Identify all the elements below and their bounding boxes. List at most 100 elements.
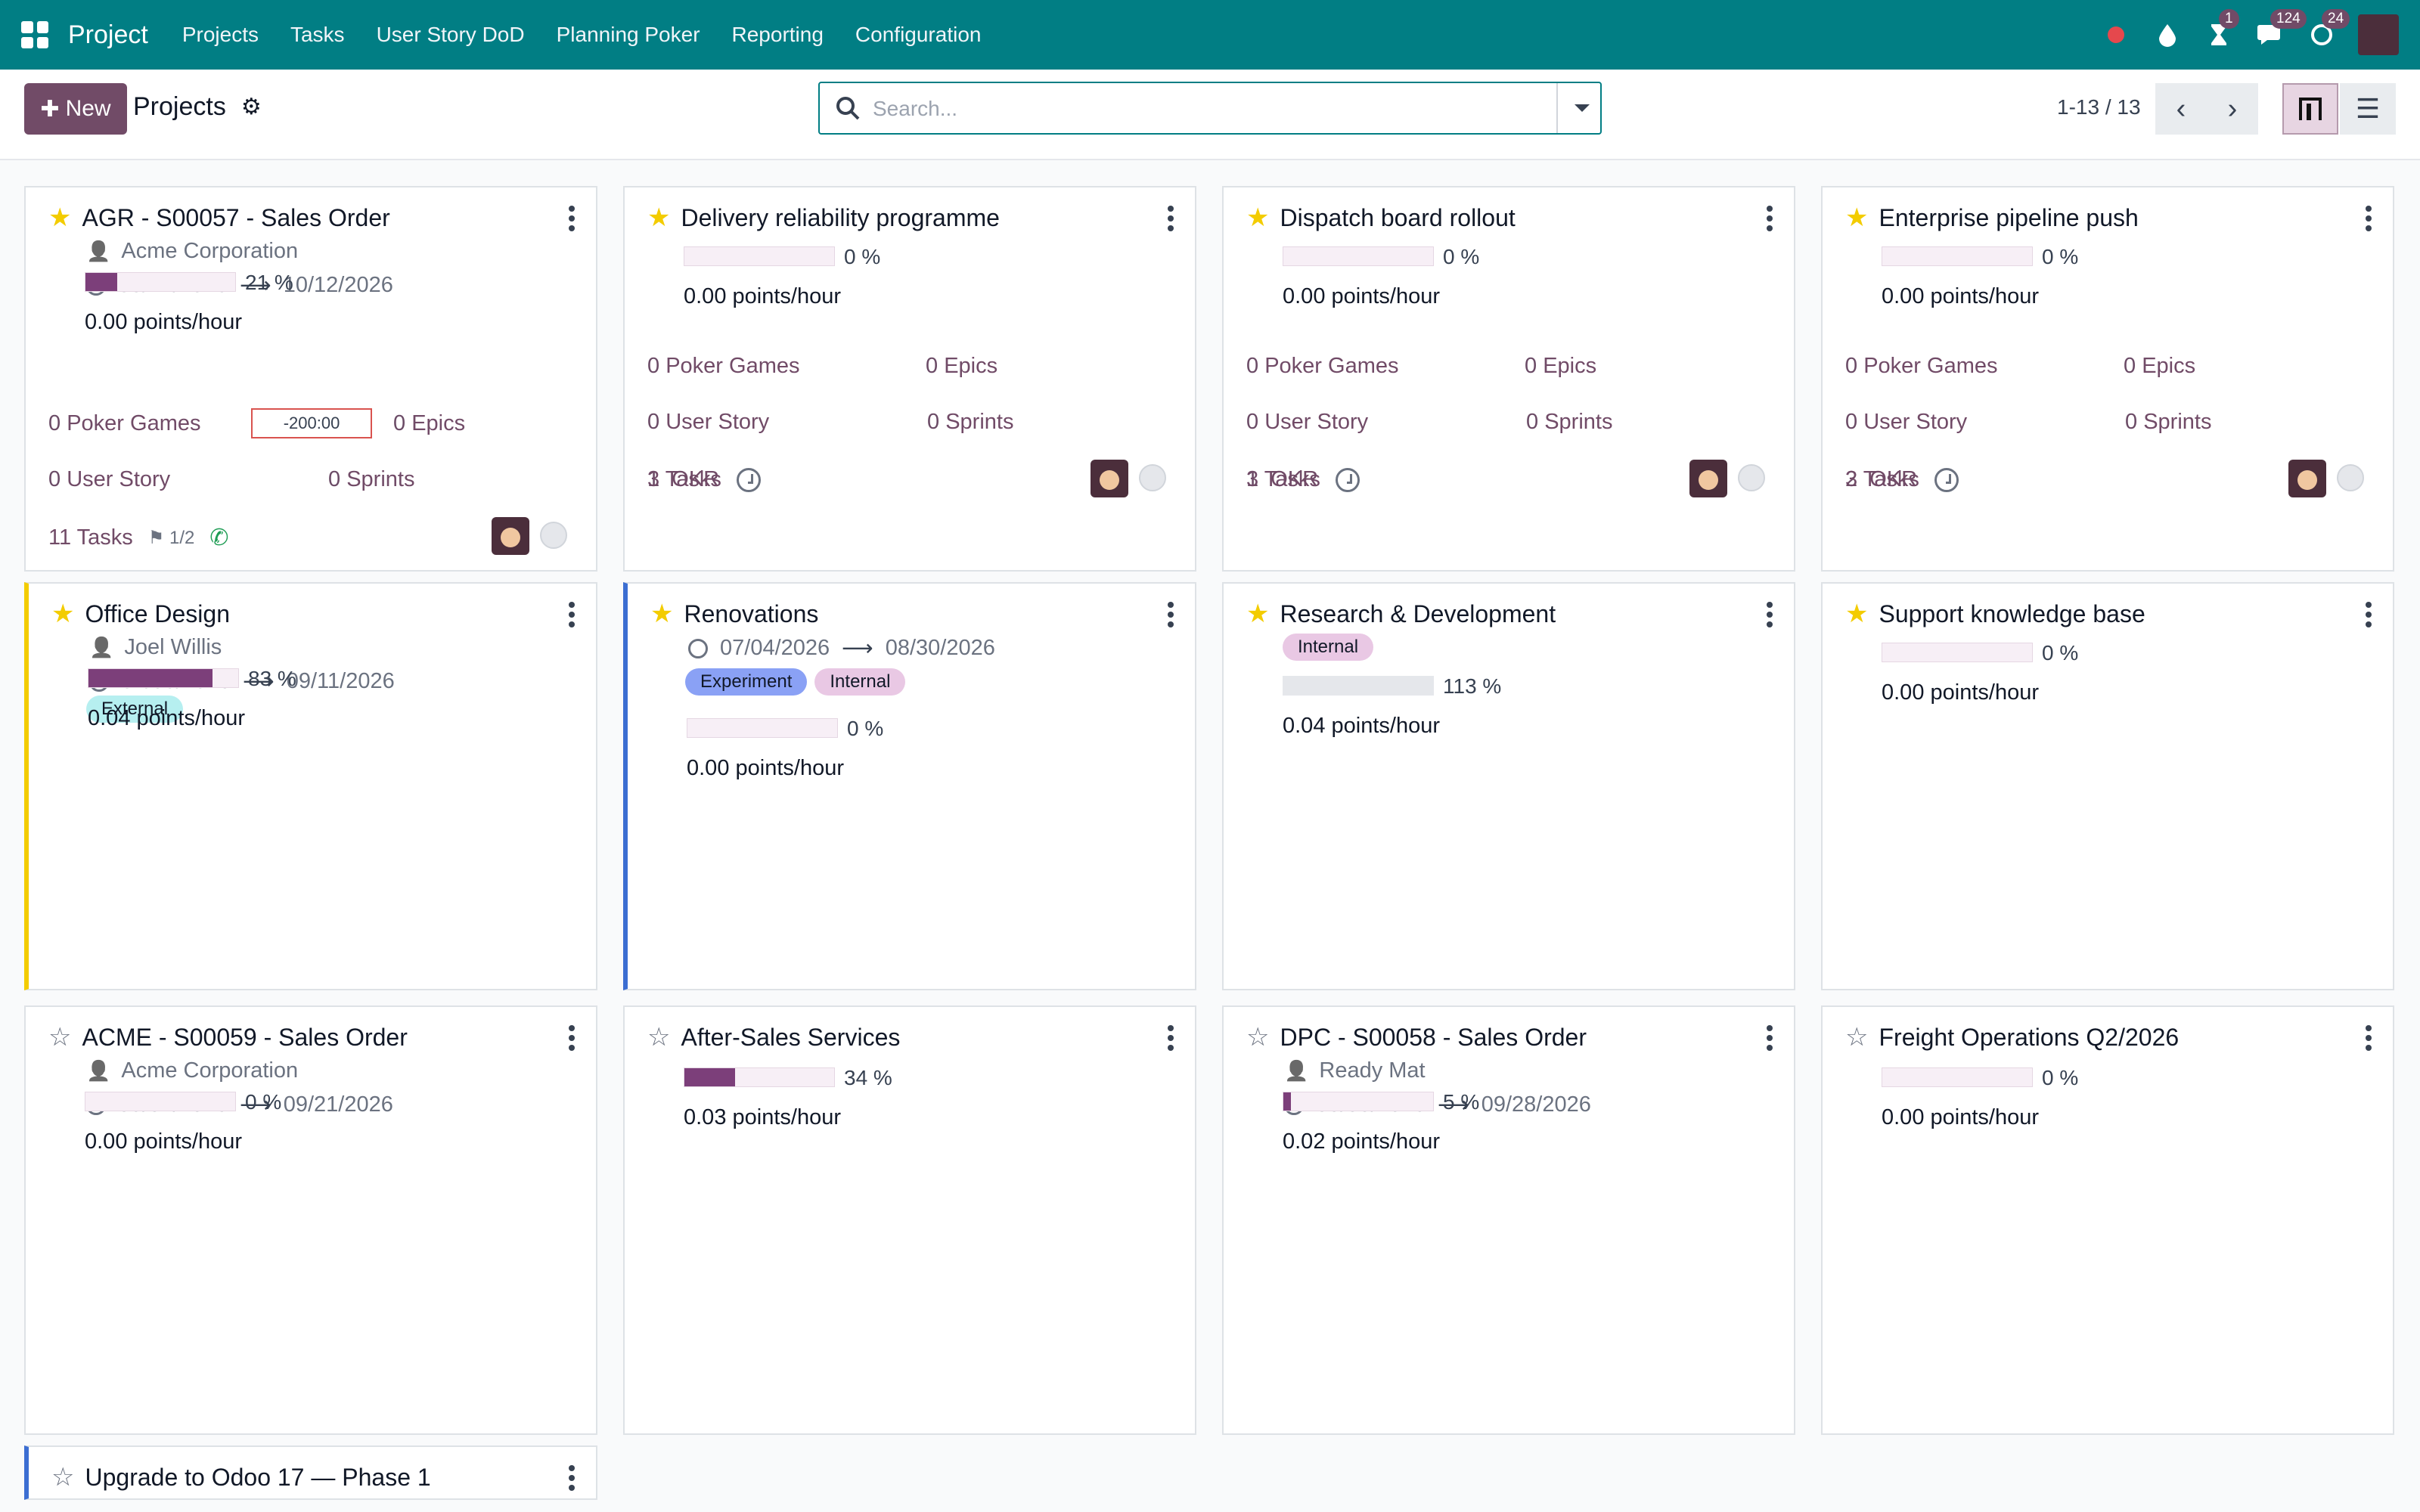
user-avatar[interactable]: [2358, 14, 2399, 55]
tasks-link[interactable]: 3 Tasks: [1845, 467, 1919, 492]
phone-icon[interactable]: ✆: [209, 525, 228, 551]
project-title[interactable]: Office Design: [85, 600, 230, 628]
epics-link[interactable]: 0 Epics: [2124, 354, 2195, 379]
menu-planning-poker[interactable]: Planning Poker: [557, 23, 700, 47]
project-title[interactable]: Dispatch board rollout: [1280, 204, 1515, 232]
kebab-menu-icon[interactable]: [1168, 1025, 1174, 1055]
poker-games-link[interactable]: 0 Poker Games: [647, 354, 800, 379]
project-card[interactable]: ☆DPC - S00058 - Sales Order👤Ready Mat08/…: [1222, 1005, 1795, 1435]
list-view-button[interactable]: ☰: [2340, 83, 2396, 135]
project-card[interactable]: ★ Dispatch board rollout 0 % 0.00 points/ho…: [1222, 186, 1795, 572]
hourglass-icon[interactable]: 1: [2204, 9, 2239, 50]
gear-icon[interactable]: ⚙: [241, 94, 262, 120]
refresh-icon[interactable]: 24: [2307, 9, 2350, 50]
project-title[interactable]: AGR - S00057 - Sales Order: [82, 204, 389, 232]
menu-user-story-dod[interactable]: User Story DoD: [377, 23, 525, 47]
project-card[interactable]: ★ Renovations 07/04/2026 ⟶ 08/30/2026 Experim…: [623, 582, 1196, 990]
epics-link[interactable]: 0 Epics: [1525, 354, 1596, 379]
user-avatar[interactable]: [2288, 460, 2326, 497]
sprints-link[interactable]: 0 Sprints: [1526, 410, 1612, 435]
star-filled-icon[interactable]: ★: [650, 599, 673, 629]
star-outline-icon[interactable]: ☆: [1845, 1022, 1868, 1052]
user-story-link[interactable]: 0 User Story: [48, 467, 170, 492]
star-outline-icon[interactable]: ☆: [51, 1462, 74, 1492]
user-story-link[interactable]: 0 User Story: [647, 410, 769, 435]
project-card[interactable]: ★ AGR - S00057 - Sales Order 👤 Acme Corpora…: [24, 186, 597, 572]
project-title[interactable]: Delivery reliability programme: [681, 204, 999, 232]
project-title[interactable]: Support knowledge base: [1879, 600, 2145, 628]
project-title[interactable]: Enterprise pipeline push: [1879, 204, 2138, 232]
menu-configuration[interactable]: Configuration: [855, 23, 982, 47]
pager-next-button[interactable]: ›: [2207, 83, 2258, 135]
user-story-link[interactable]: 0 User Story: [1246, 410, 1368, 435]
tasks-link[interactable]: 3 Tasks: [1246, 467, 1320, 492]
kebab-menu-icon[interactable]: [2366, 602, 2372, 631]
tasks-link[interactable]: 3 Tasks: [647, 467, 721, 492]
project-title[interactable]: DPC - S00058 - Sales Order: [1280, 1024, 1587, 1052]
project-card[interactable]: ★ Enterprise pipeline push 0 % 0.00 points/…: [1821, 186, 2394, 572]
search-input[interactable]: [873, 92, 1538, 125]
star-outline-icon[interactable]: ☆: [1246, 1022, 1269, 1052]
project-card[interactable]: ★Office Design👤Joel Willis07/03/2026⟶09/…: [24, 582, 597, 990]
user-avatar[interactable]: [492, 517, 529, 555]
project-title[interactable]: ACME - S00059 - Sales Order: [82, 1024, 407, 1052]
menu-projects[interactable]: Projects: [182, 23, 259, 47]
kebab-menu-icon[interactable]: [1767, 1025, 1773, 1055]
star-filled-icon[interactable]: ★: [647, 203, 670, 233]
kebab-menu-icon[interactable]: [1767, 602, 1773, 631]
kebab-menu-icon[interactable]: [569, 206, 575, 235]
drop-icon[interactable]: [2152, 20, 2183, 50]
pager-prev-button[interactable]: ‹: [2155, 83, 2207, 135]
app-menu-icon[interactable]: [21, 21, 48, 48]
tasks-link[interactable]: 11 Tasks: [48, 525, 133, 550]
sprints-link[interactable]: 0 Sprints: [2125, 410, 2211, 435]
kebab-menu-icon[interactable]: [2366, 1025, 2372, 1055]
kebab-menu-icon[interactable]: [1168, 206, 1174, 235]
kebab-menu-icon[interactable]: [569, 1465, 575, 1495]
status-dot[interactable]: [1738, 464, 1765, 491]
status-dot[interactable]: [1139, 464, 1166, 491]
menu-tasks[interactable]: Tasks: [290, 23, 345, 47]
sprints-link[interactable]: 0 Sprints: [328, 467, 414, 492]
user-avatar[interactable]: [1091, 460, 1128, 497]
kebab-menu-icon[interactable]: [569, 1025, 575, 1055]
star-filled-icon[interactable]: ★: [1246, 599, 1269, 629]
star-outline-icon[interactable]: ☆: [48, 1022, 71, 1052]
activity-clock-icon[interactable]: [736, 467, 761, 492]
kebab-menu-icon[interactable]: [1767, 206, 1773, 235]
poker-games-link[interactable]: 0 Poker Games: [48, 411, 201, 436]
star-filled-icon[interactable]: ★: [1845, 599, 1868, 629]
kebab-menu-icon[interactable]: [1168, 602, 1174, 631]
app-title[interactable]: Project: [68, 20, 148, 50]
project-title[interactable]: Upgrade to Odoo 17 — Phase 1: [85, 1464, 430, 1492]
kebab-menu-icon[interactable]: [569, 602, 575, 631]
project-title[interactable]: Freight Operations Q2/2026: [1879, 1024, 2179, 1052]
user-avatar[interactable]: [1689, 460, 1727, 497]
menu-reporting[interactable]: Reporting: [732, 23, 824, 47]
pager-value[interactable]: 1-13 / 13: [2057, 95, 2141, 119]
user-story-link[interactable]: 0 User Story: [1845, 410, 1967, 435]
project-card[interactable]: ★ Support knowledge base 0 % 0.00 points/ho…: [1821, 582, 2394, 990]
chat-icon[interactable]: 124: [2255, 9, 2307, 50]
chevron-down-icon[interactable]: [1573, 101, 1591, 115]
kanban-view-button[interactable]: [2282, 83, 2338, 135]
poker-games-link[interactable]: 0 Poker Games: [1845, 354, 1998, 379]
project-card[interactable]: ☆ After-Sales Services 34 % 0.03 points/hou…: [623, 1005, 1196, 1435]
project-card[interactable]: ☆ Upgrade to Odoo 17 — Phase 1 👤Joel Willi…: [24, 1445, 597, 1500]
epics-link[interactable]: 0 Epics: [926, 354, 997, 379]
project-card[interactable]: ☆ ACME - S00059 - Sales Order 👤 Acme Corpor…: [24, 1005, 597, 1435]
epics-link[interactable]: 0 Epics: [393, 411, 465, 436]
project-title[interactable]: Research & Development: [1280, 600, 1556, 628]
star-filled-icon[interactable]: ★: [48, 203, 71, 233]
status-dot[interactable]: [540, 522, 567, 549]
record-icon[interactable]: [2101, 20, 2131, 50]
sprints-link[interactable]: 0 Sprints: [927, 410, 1013, 435]
project-title[interactable]: After-Sales Services: [681, 1024, 900, 1052]
poker-games-link[interactable]: 0 Poker Games: [1246, 354, 1399, 379]
new-button[interactable]: ✚ New: [24, 83, 127, 135]
activity-clock-icon[interactable]: [1335, 467, 1360, 492]
project-card[interactable]: ★ Delivery reliability programme 0 % 0.00 p…: [623, 186, 1196, 572]
star-filled-icon[interactable]: ★: [1246, 203, 1269, 233]
status-dot[interactable]: [2337, 464, 2364, 491]
activity-clock-icon[interactable]: [1934, 467, 1959, 492]
